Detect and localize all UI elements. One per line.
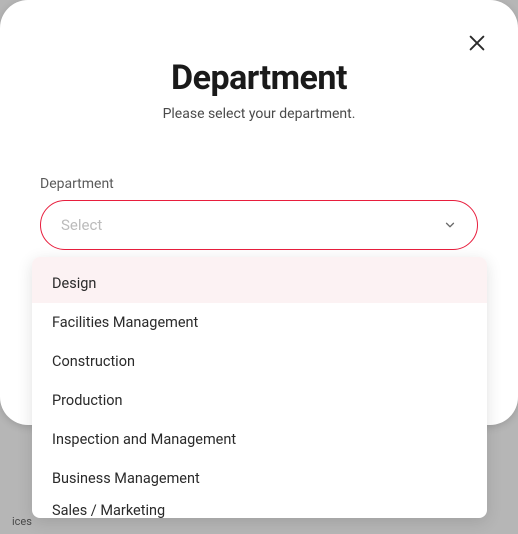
dropdown-item-design[interactable]: Design (32, 257, 487, 303)
dropdown-item-inspection[interactable]: Inspection and Management (32, 420, 487, 459)
chevron-down-icon (443, 218, 457, 232)
dropdown-item-sales[interactable]: Sales / Marketing (32, 498, 487, 518)
dropdown-item-business[interactable]: Business Management (32, 459, 487, 498)
modal-content: Department Please select your department… (0, 0, 518, 250)
field-section: Department Select (40, 176, 478, 250)
department-select[interactable]: Select (40, 200, 478, 250)
dropdown-item-construction[interactable]: Construction (32, 342, 487, 381)
modal-subtitle: Please select your department. (40, 106, 478, 122)
background-text-fragment: ices (12, 515, 32, 528)
department-dropdown: Design Facilities Management Constructio… (32, 257, 487, 518)
department-field-label: Department (40, 176, 478, 192)
select-placeholder: Select (61, 216, 102, 234)
dropdown-item-production[interactable]: Production (32, 381, 487, 420)
modal-title: Department (40, 58, 478, 98)
close-button[interactable] (466, 32, 488, 54)
dropdown-item-facilities[interactable]: Facilities Management (32, 303, 487, 342)
close-icon (466, 32, 488, 54)
